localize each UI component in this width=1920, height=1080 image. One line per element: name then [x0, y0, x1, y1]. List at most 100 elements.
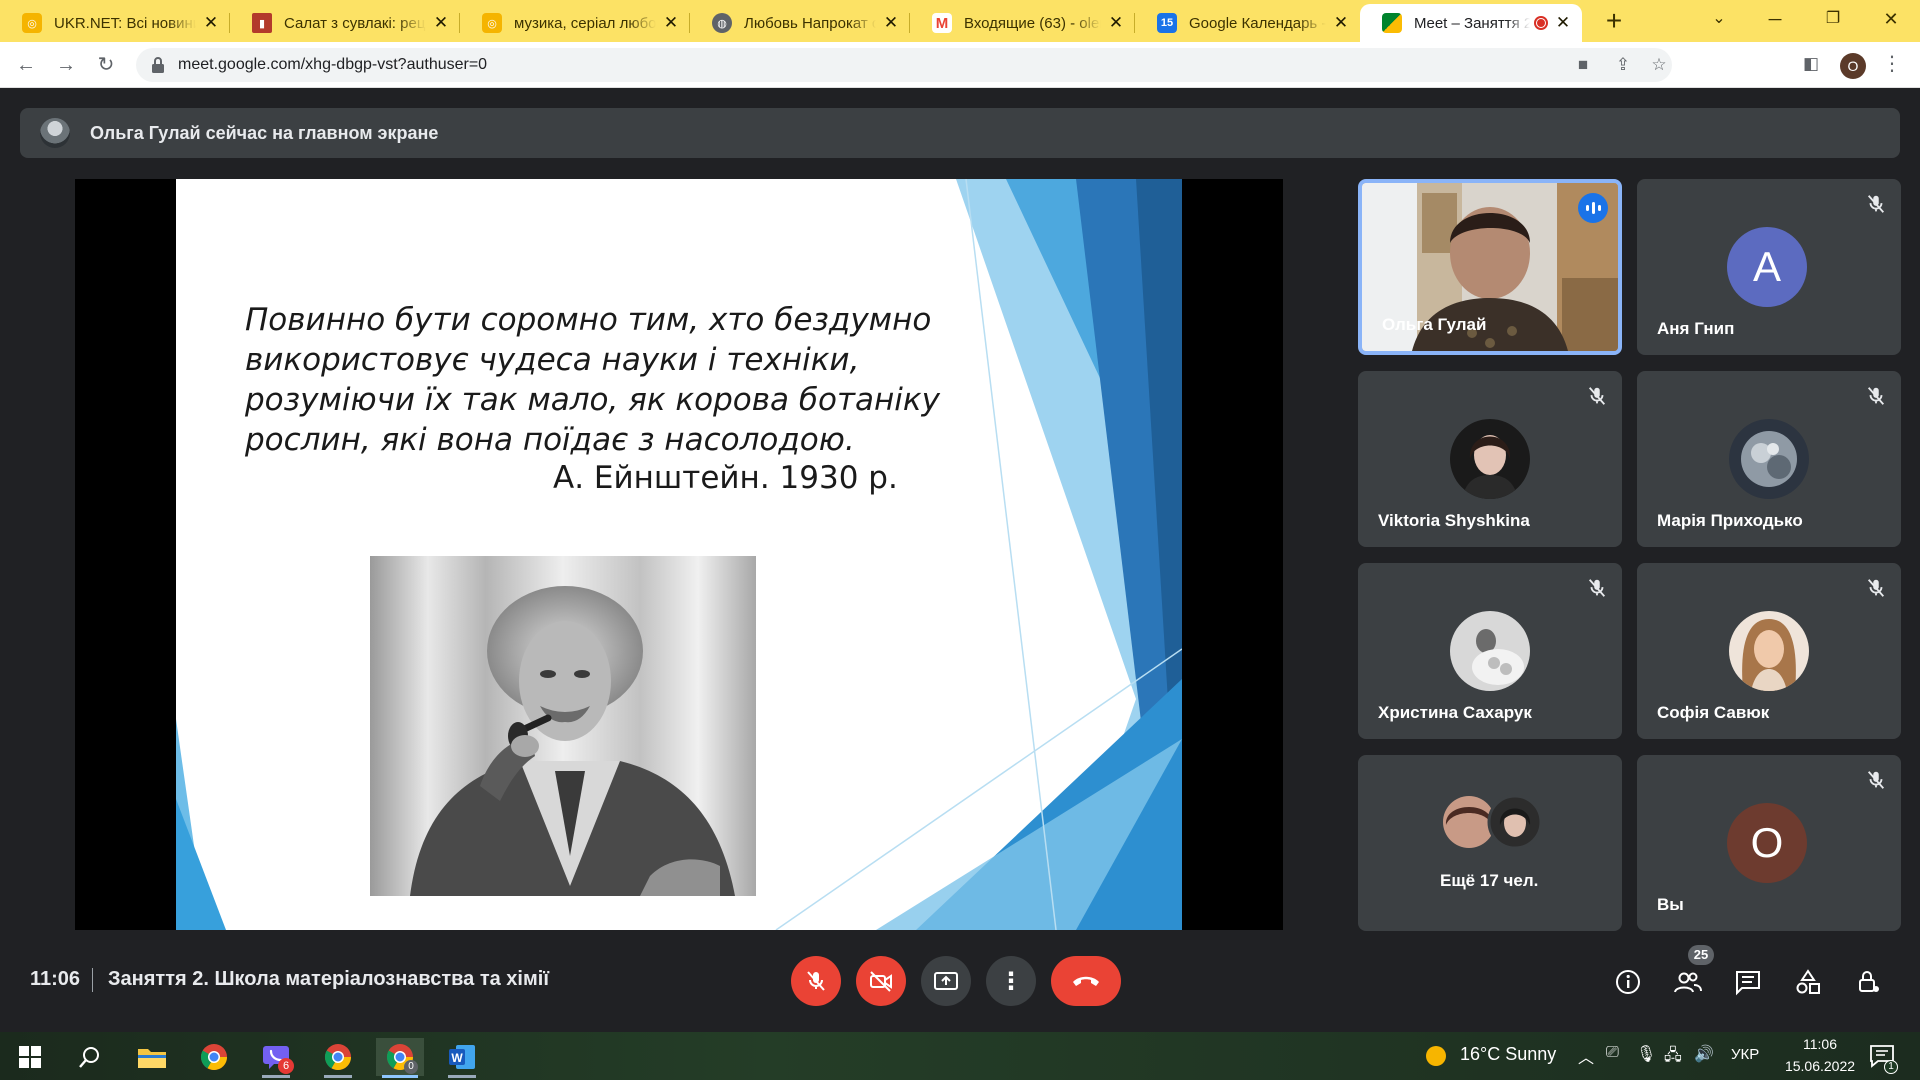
browser-tab-calendar[interactable]: 15 Google Календарь - ✕ — [1135, 4, 1360, 42]
weather-text[interactable]: 16°C Sunny — [1460, 1044, 1556, 1065]
browser-tab-ukrnet[interactable]: ◎ UKR.NET: Всі новини ✕ — [0, 4, 230, 42]
meet-favicon-icon — [1382, 13, 1402, 33]
close-window-button[interactable]: ✕ — [1868, 0, 1914, 38]
restore-button[interactable]: ❐ — [1810, 0, 1856, 38]
toggle-camera-button[interactable] — [856, 956, 906, 1006]
forward-arrow-icon[interactable]: → — [50, 49, 82, 81]
side-panel-icon[interactable]: ◧ — [1800, 53, 1822, 75]
tab-title: Google Календарь - — [1189, 14, 1326, 32]
chrome-icon — [200, 1044, 228, 1071]
microphone-tray-icon[interactable]: 🎙 — [1636, 1044, 1656, 1064]
activities-button[interactable] — [1792, 966, 1824, 998]
participant-tile-olha[interactable]: Ольга Гулай — [1358, 179, 1622, 355]
tab-title: музика, серіал любов — [514, 14, 656, 32]
host-controls-button[interactable] — [1852, 966, 1884, 998]
participant-tile-others[interactable]: Ещё 17 чел. — [1358, 755, 1622, 931]
tab-close-icon[interactable]: ✕ — [662, 13, 680, 33]
quote-line: Повинно бути соромно тим, хто бездумно — [245, 302, 932, 338]
profile-avatar[interactable]: O — [1840, 53, 1866, 79]
taskbar-time[interactable]: 11:06 — [1780, 1036, 1860, 1052]
browser-tab-music[interactable]: ◎ музика, серіал любов ✕ — [460, 4, 690, 42]
browser-tab-souvlaki[interactable]: ▮ Салат з сувлакі: реце ✕ — [230, 4, 460, 42]
presentation-stage[interactable]: Повинно бути соромно тим, хто бездумно в… — [75, 179, 1283, 930]
gmail-favicon-icon: M — [932, 13, 952, 33]
windows-start-button[interactable] — [6, 1038, 54, 1076]
participant-name: Viktoria Shyshkina — [1378, 511, 1530, 530]
bookmark-star-icon[interactable]: ☆ — [1648, 54, 1670, 76]
ukrnet-favicon-icon: ◎ — [482, 13, 502, 33]
presenting-banner-text: Ольга Гулай сейчас на главном экране — [90, 122, 439, 143]
browser-tab-gmail[interactable]: M Входящие (63) - olen ✕ — [910, 4, 1135, 42]
slide-quote: Повинно бути соромно тим, хто бездумно в… — [245, 300, 1005, 460]
mic-off-icon — [1867, 579, 1885, 597]
people-button[interactable] — [1672, 966, 1704, 998]
tab-close-icon[interactable]: ✕ — [1332, 13, 1350, 33]
back-arrow-icon[interactable]: ← — [10, 49, 42, 81]
browser-tab-strip: ◎ UKR.NET: Всі новини ✕ ▮ Салат з сувлак… — [0, 0, 1920, 42]
taskbar-word[interactable]: W — [438, 1038, 486, 1078]
present-now-button[interactable] — [921, 956, 971, 1006]
participant-count-badge: 25 — [1688, 945, 1714, 965]
address-bar[interactable]: meet.google.com/xhg-dbgp-vst?authuser=0 … — [136, 48, 1672, 82]
presentation-slide: Повинно бути соромно тим, хто бездумно в… — [176, 179, 1182, 930]
tab-close-icon[interactable]: ✕ — [432, 13, 450, 33]
present-screen-icon — [934, 972, 958, 990]
chrome-menu-icon[interactable]: ⋮ — [1882, 51, 1902, 76]
input-language[interactable]: УКР — [1731, 1046, 1759, 1063]
participant-tile-anya[interactable]: A Аня Гнип — [1637, 179, 1901, 355]
participant-tile-khrystyna[interactable]: Христина Сахарук — [1358, 563, 1622, 739]
presenter-avatar — [40, 118, 70, 148]
taskbar-chrome-active[interactable]: 0 — [376, 1038, 424, 1078]
ukrnet-favicon-icon: ◎ — [22, 13, 42, 33]
tab-close-icon[interactable]: ✕ — [202, 13, 220, 33]
participant-name: Аня Гнип — [1657, 319, 1735, 338]
leave-call-button[interactable] — [1051, 956, 1121, 1006]
lock-icon — [152, 57, 164, 73]
quote-line: рослин, які вона поїдає з насолодою. — [245, 422, 855, 458]
minimize-button[interactable]: ─ — [1752, 0, 1798, 38]
tab-close-icon[interactable]: ✕ — [1107, 13, 1125, 33]
participant-avatar — [1729, 419, 1809, 499]
share-icon[interactable]: ⇪ — [1612, 54, 1634, 76]
participant-avatar: O — [1727, 803, 1807, 883]
browser-tab-movie[interactable]: ◍ Любовь Напрокат ск ✕ — [690, 4, 910, 42]
taskbar-file-explorer[interactable] — [128, 1038, 176, 1076]
others-avatars — [1443, 795, 1542, 849]
participant-avatar: A — [1727, 227, 1807, 307]
tab-search-icon[interactable]: ⌄ — [1696, 0, 1742, 38]
taskbar-search-button[interactable] — [66, 1038, 114, 1076]
meeting-details-button[interactable] — [1612, 966, 1644, 998]
tab-close-icon[interactable]: ✕ — [882, 13, 900, 33]
taskbar-chrome-profile[interactable] — [314, 1038, 362, 1078]
network-adapter-icon[interactable]: ⎚ — [1606, 1044, 1619, 1062]
taskbar-date[interactable]: 15.06.2022 — [1780, 1058, 1860, 1074]
network-icon[interactable]: 🖧 — [1664, 1044, 1682, 1071]
participant-tile-mariya[interactable]: Марія Приходько — [1637, 371, 1901, 547]
participant-tile-viktoria[interactable]: Viktoria Shyshkina — [1358, 371, 1622, 547]
search-icon — [79, 1047, 99, 1068]
browser-tab-meet[interactable]: Meet – Заняття 2 ✕ — [1360, 4, 1582, 42]
meeting-clock: 11:06 — [30, 968, 81, 990]
new-tab-button[interactable]: + — [1598, 6, 1630, 38]
reload-icon[interactable]: ↻ — [90, 49, 122, 81]
participant-name: Христина Сахарук — [1378, 703, 1532, 722]
show-hidden-icons-icon[interactable]: ︿ — [1578, 1044, 1594, 1068]
tab-title: UKR.NET: Всі новини — [54, 14, 196, 32]
word-icon: W — [449, 1045, 475, 1069]
participant-name: Софія Савюк — [1657, 703, 1770, 722]
taskbar-viber[interactable]: 6 — [252, 1038, 300, 1078]
participant-tile-you[interactable]: O Вы — [1637, 755, 1901, 931]
tab-close-icon[interactable]: ✕ — [1554, 13, 1572, 33]
notification-count-badge: 1 — [1884, 1060, 1898, 1074]
toggle-mic-button[interactable] — [791, 956, 841, 1006]
chat-button[interactable] — [1732, 966, 1764, 998]
more-options-button[interactable]: ⋮ — [986, 956, 1036, 1006]
participant-tile-sofiya[interactable]: Софія Савюк — [1637, 563, 1901, 739]
camera-in-use-icon[interactable]: ■ — [1572, 54, 1594, 76]
chrome-profile-badge: 0 — [404, 1060, 418, 1074]
windows-logo-icon — [19, 1046, 41, 1068]
more-vert-icon: ⋮ — [999, 967, 1023, 995]
taskbar-chrome[interactable] — [190, 1038, 238, 1076]
volume-icon[interactable]: 🔊 — [1694, 1044, 1714, 1064]
svg-text:W: W — [451, 1051, 463, 1065]
